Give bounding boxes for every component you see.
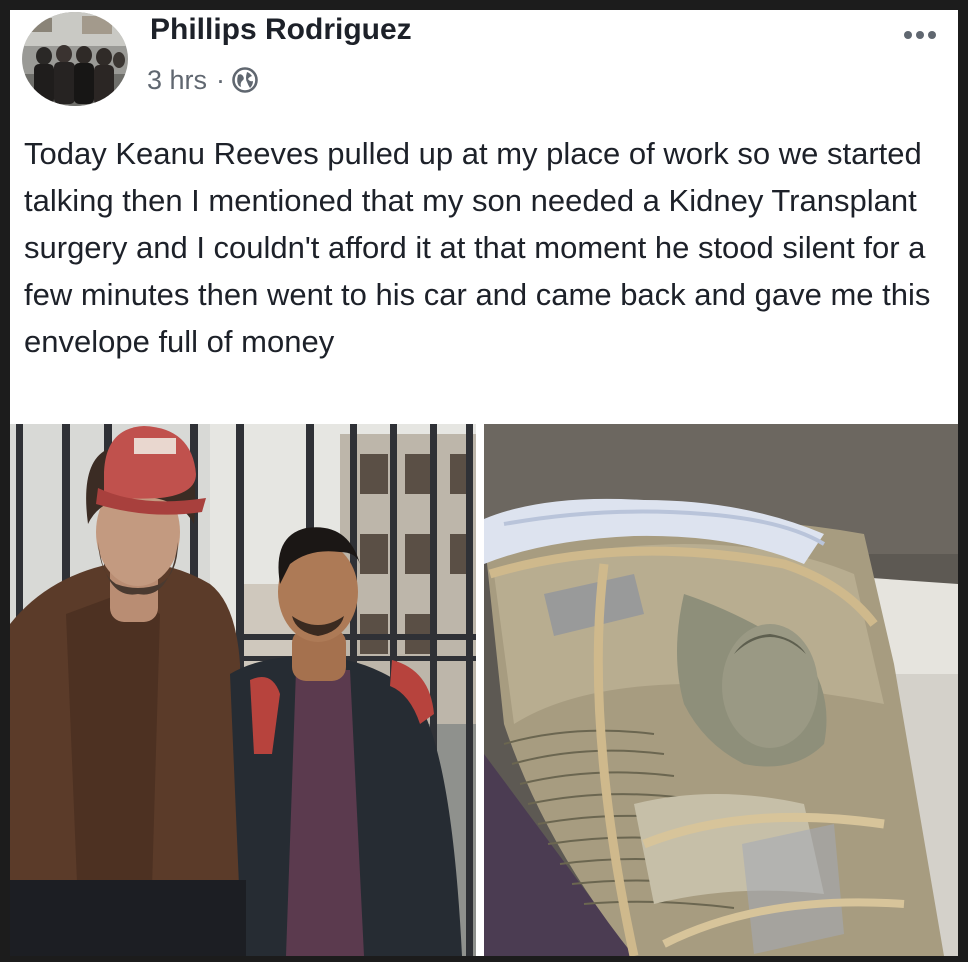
photo-envelope-of-cash[interactable]: [484, 424, 958, 956]
meta-separator: ·: [216, 64, 226, 95]
more-options-icon[interactable]: [896, 24, 944, 46]
post-card: Phillips Rodriguez 3 hrs · Today Keanu R…: [10, 10, 958, 956]
post-timestamp[interactable]: 3 hrs: [147, 65, 207, 96]
author-avatar[interactable]: [22, 12, 128, 106]
photo-envelope-illustration: [484, 424, 958, 956]
more-options-dot: [916, 31, 924, 39]
photo-grid: [10, 424, 958, 956]
post-header: Phillips Rodriguez 3 hrs ·: [10, 10, 958, 118]
photo-two-men-illustration: [10, 424, 476, 956]
author-name[interactable]: Phillips Rodriguez: [150, 12, 412, 48]
post-body: Today Keanu Reeves pulled up at my place…: [24, 136, 931, 359]
more-options-dot: [904, 31, 912, 39]
globe-icon[interactable]: [231, 66, 259, 94]
avatar-image: [22, 12, 128, 106]
photo-two-men-at-fence[interactable]: [10, 424, 476, 956]
more-options-dot: [928, 31, 936, 39]
post-meta: 3 hrs ·: [147, 64, 259, 96]
